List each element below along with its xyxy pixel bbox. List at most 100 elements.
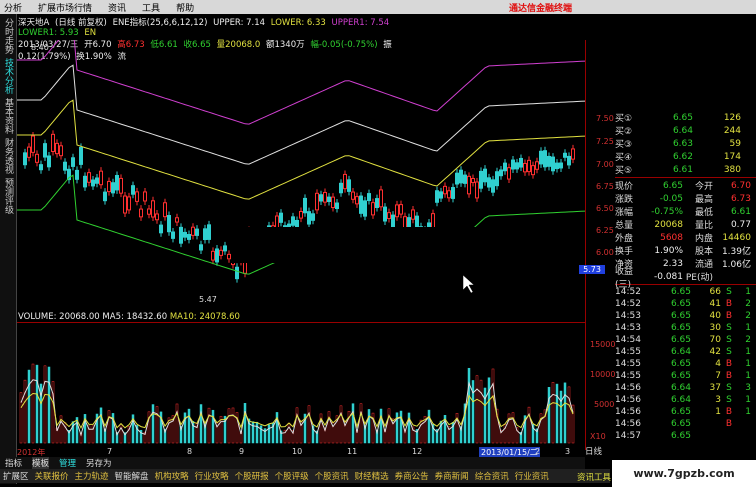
volume-bar bbox=[475, 375, 479, 444]
candle-body bbox=[467, 175, 471, 195]
indicator-name[interactable]: ENE指标(25,6,6,12,12) bbox=[113, 18, 208, 28]
vol-unit: X10 bbox=[590, 432, 606, 441]
volume-bar bbox=[175, 403, 179, 444]
volume-bar bbox=[287, 422, 291, 444]
candle-body bbox=[115, 175, 119, 191]
volume-bar bbox=[511, 412, 515, 444]
menu-item-analysis[interactable]: 分析 bbox=[0, 1, 34, 14]
info-tab[interactable]: 券商公告 bbox=[395, 470, 429, 482]
candle-body bbox=[123, 195, 127, 214]
tab-template[interactable]: 模板 bbox=[32, 457, 50, 469]
stock-name: 深天地A bbox=[18, 18, 50, 28]
stat-value: -0.081 bbox=[653, 271, 683, 282]
stat-value: 6.61 bbox=[730, 206, 751, 217]
upper-line bbox=[17, 64, 585, 165]
info-tab[interactable]: 个股评级 bbox=[275, 470, 309, 482]
tick-volume: 3 bbox=[715, 395, 721, 405]
bid-volume: 380 bbox=[723, 164, 741, 175]
side-tab-timeshare[interactable]: 分时走势 bbox=[2, 18, 15, 54]
candle-body bbox=[483, 168, 487, 183]
time-label: 9 bbox=[239, 447, 245, 456]
ma5-label: MA5: 18432.60 bbox=[102, 312, 168, 322]
info-tab[interactable]: 行业攻略 bbox=[195, 470, 229, 482]
mouse-cursor-icon bbox=[462, 274, 475, 294]
tick-count: 1 bbox=[745, 407, 751, 417]
tick-side: S bbox=[726, 383, 732, 393]
info-tab[interactable]: 机构攻略 bbox=[155, 470, 189, 482]
stat-row: 收益(三) -0.081 PE(动) bbox=[615, 267, 756, 290]
tick-price: 6.65 bbox=[670, 419, 691, 429]
info-tab[interactable]: 个股资讯 bbox=[315, 470, 349, 482]
time-label: 3 bbox=[565, 447, 571, 456]
volume-bar bbox=[547, 387, 551, 444]
info-tab[interactable]: 智能解盘 bbox=[115, 470, 149, 482]
menu-item-tools[interactable]: 工具 bbox=[138, 1, 172, 14]
info-tab[interactable]: 个股研报 bbox=[235, 470, 269, 482]
tab-manage[interactable]: 管理 bbox=[59, 457, 76, 469]
candle-body bbox=[107, 180, 111, 193]
menu-item-help[interactable]: 帮助 bbox=[172, 1, 206, 14]
tick-count: 2 bbox=[745, 311, 751, 321]
side-tab-finance[interactable]: 财务透视 bbox=[2, 138, 15, 174]
stat-label: 最高 bbox=[694, 195, 713, 205]
stat-value: 2.33 bbox=[662, 258, 683, 269]
price-chart[interactable]: 8.40 5.47 bbox=[17, 40, 585, 310]
menu-item-extended-market[interactable]: 扩展市场行情 bbox=[34, 1, 104, 14]
tab-save-as[interactable]: 另存为 bbox=[86, 457, 112, 469]
volume-bar bbox=[243, 403, 247, 444]
tick-time: 14:55 bbox=[615, 371, 641, 381]
candle-body bbox=[55, 142, 59, 155]
volume-bar bbox=[155, 406, 159, 444]
upper1-line bbox=[17, 40, 585, 125]
tick-row: 14:56 6.64 3 S 1 bbox=[615, 394, 756, 406]
volume-bar bbox=[471, 380, 475, 444]
volume-header: VOLUME: 20068.00 MA5: 18432.60 MA10: 240… bbox=[18, 312, 578, 322]
info-tab[interactable]: 主力轨迹 bbox=[75, 470, 109, 482]
candle-body bbox=[291, 216, 295, 226]
bid-volume: 244 bbox=[723, 125, 741, 136]
menu-item-info[interactable]: 资讯 bbox=[104, 1, 138, 14]
info-tab[interactable]: 财经精选 bbox=[355, 470, 389, 482]
candle-body bbox=[139, 208, 143, 218]
tick-time: 14:54 bbox=[615, 335, 641, 345]
time-label: 8 bbox=[187, 447, 193, 456]
info-tab[interactable]: 券商新闻 bbox=[435, 470, 469, 482]
side-tab-rating[interactable]: 预测评级 bbox=[2, 178, 15, 214]
candle-body bbox=[335, 202, 339, 210]
side-tab-technical[interactable]: 技术分析 bbox=[2, 58, 15, 94]
candle-body bbox=[403, 216, 407, 229]
tab-indicator[interactable]: 指标 bbox=[5, 457, 22, 469]
vol-tick: 15000 bbox=[590, 340, 616, 349]
side-tab-fundamentals[interactable]: 基本资料 bbox=[2, 98, 15, 134]
candle-body bbox=[487, 177, 491, 188]
info-tools-tab[interactable]: 资讯工具 bbox=[577, 471, 611, 483]
info-tab[interactable]: 综合资讯 bbox=[475, 470, 509, 482]
tab-daily[interactable]: 日线 bbox=[585, 445, 602, 457]
candle-body bbox=[495, 171, 499, 187]
tick-row: 14:53 6.65 40 B 2 bbox=[615, 310, 756, 322]
info-tab-ext[interactable]: 扩展区 bbox=[3, 470, 29, 482]
volume-chart[interactable] bbox=[17, 322, 585, 448]
info-tab[interactable]: 关联报价 bbox=[35, 470, 69, 482]
candle-body bbox=[215, 248, 219, 263]
stat-row: 换手 1.90% 股本 1.39亿 bbox=[615, 244, 756, 258]
stat-label: 换手 bbox=[615, 247, 634, 257]
volume-bar bbox=[251, 421, 255, 444]
candle-body bbox=[571, 148, 575, 160]
candle-body bbox=[547, 155, 551, 167]
tick-count: 2 bbox=[745, 299, 751, 309]
stat-label: 收益(三) bbox=[615, 266, 634, 290]
tick-price: 6.64 bbox=[670, 383, 691, 393]
tick-row: 14:56 6.65 1 B 1 bbox=[615, 406, 756, 418]
tick-side: S bbox=[726, 287, 732, 297]
stat-value: 6.65 bbox=[662, 180, 683, 191]
stat-label: 股本 bbox=[694, 247, 713, 257]
candle-body bbox=[59, 145, 63, 157]
tick-price: 6.65 bbox=[670, 407, 691, 417]
lower-value: LOWER: 6.33 bbox=[270, 18, 326, 28]
info-tab[interactable]: 行业资讯 bbox=[515, 470, 549, 482]
candle-body bbox=[311, 213, 315, 221]
candle-body bbox=[351, 191, 355, 200]
candle-body bbox=[303, 197, 307, 214]
candle-body bbox=[219, 249, 223, 256]
